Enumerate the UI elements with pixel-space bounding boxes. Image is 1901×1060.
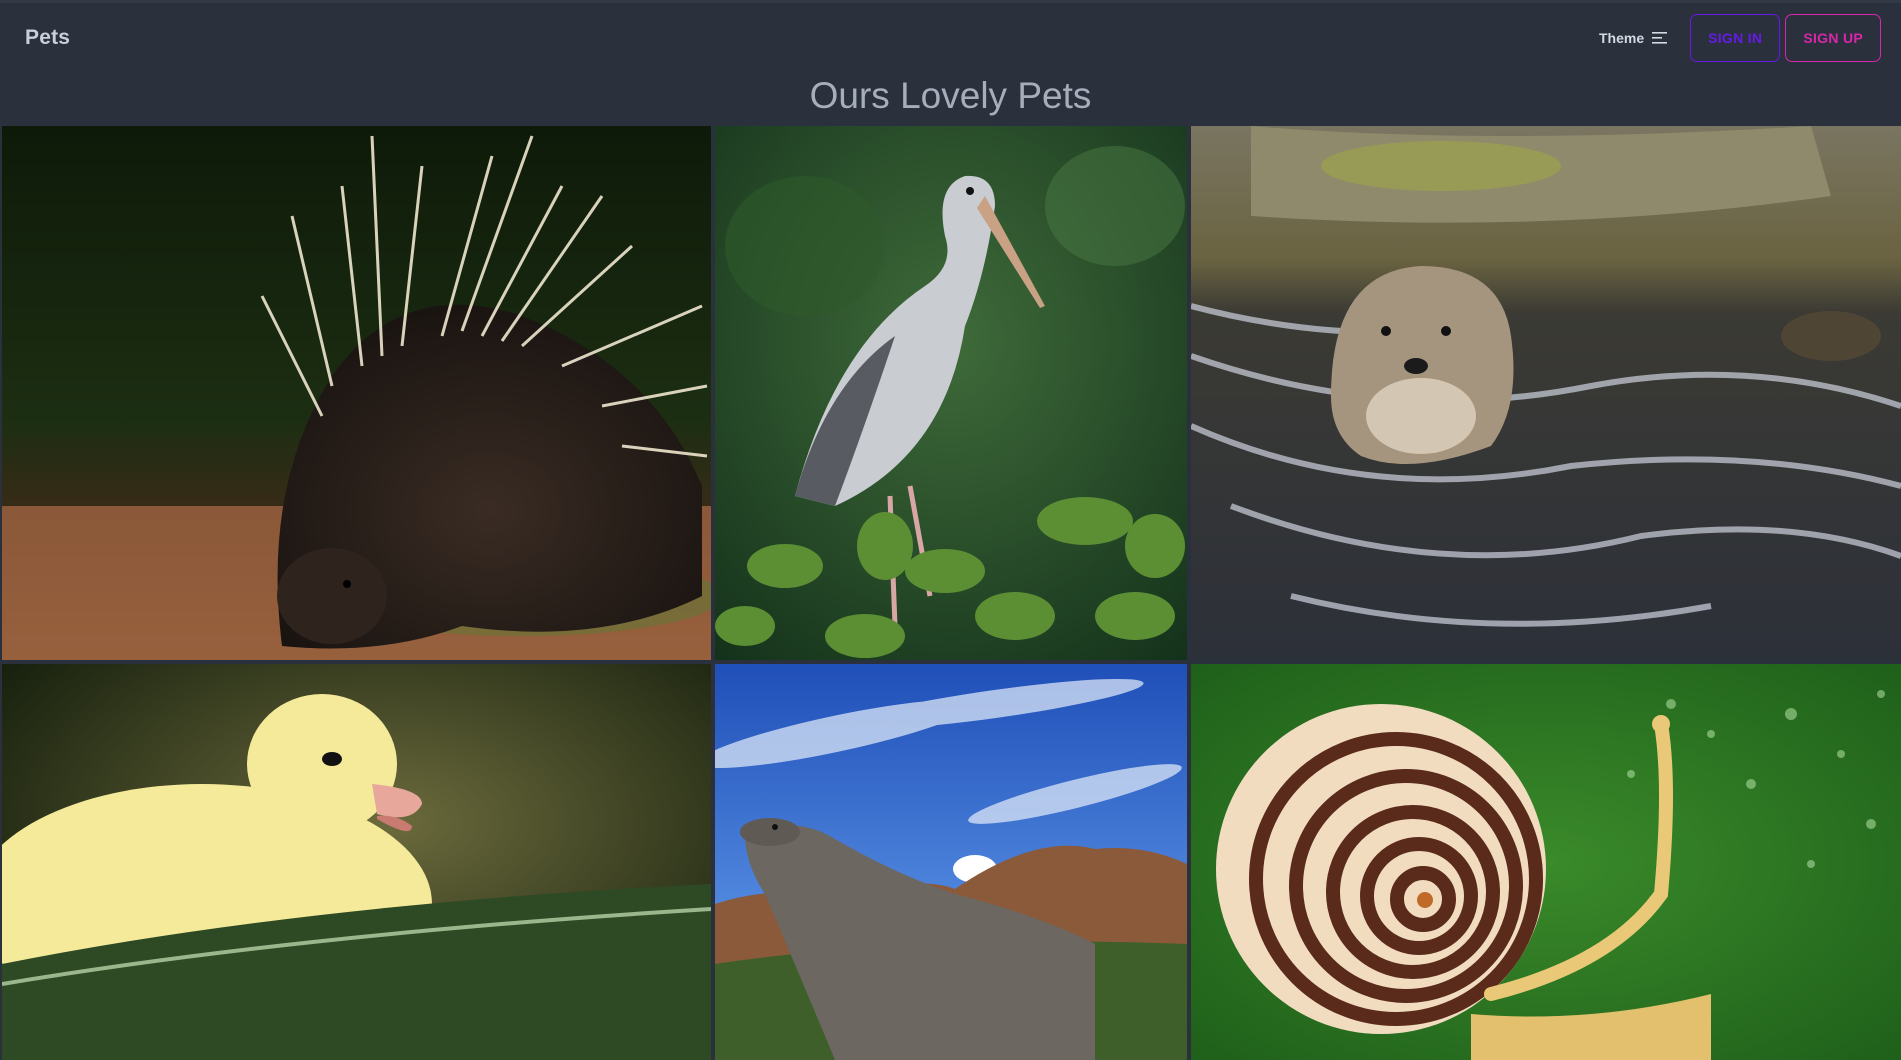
page-title: Ours Lovely Pets	[809, 75, 1092, 116]
pet-image-snail[interactable]	[1191, 664, 1901, 1060]
theme-dropdown[interactable]: Theme	[1599, 30, 1668, 46]
sign-up-button[interactable]: SIGN UP	[1785, 13, 1881, 62]
pet-image-otter[interactable]	[1191, 126, 1901, 660]
brand-logo[interactable]: Pets	[25, 26, 70, 50]
pet-image-porcupine[interactable]	[2, 126, 711, 660]
pet-gallery	[0, 124, 1901, 1060]
pet-image-komodo-dragon[interactable]	[715, 664, 1187, 1060]
menu-lines-icon	[1652, 31, 1668, 44]
sign-in-button[interactable]: SIGN IN	[1690, 13, 1781, 62]
pet-image-duckling[interactable]	[2, 664, 711, 1060]
navbar: Pets Theme SIGN IN SIGN UP	[0, 0, 1901, 72]
pet-image-stork[interactable]	[715, 126, 1187, 660]
theme-label: Theme	[1598, 29, 1645, 46]
nav-actions: Theme SIGN IN SIGN UP	[1599, 13, 1881, 62]
